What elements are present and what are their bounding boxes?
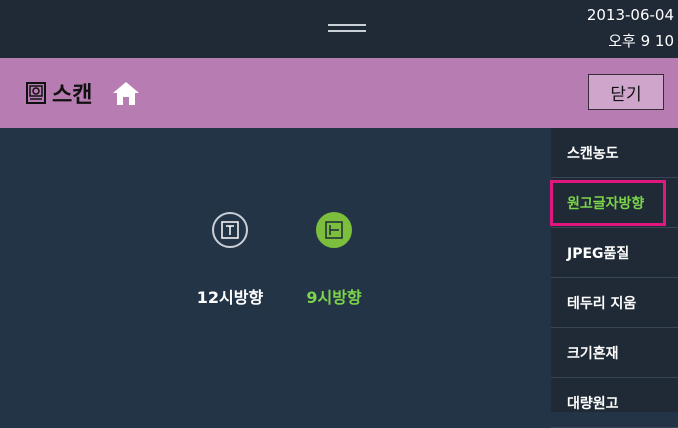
- text-left-orientation-icon: [325, 221, 343, 239]
- option-12-oclock[interactable]: 12시방향: [180, 210, 280, 310]
- drag-handle-icon[interactable]: [328, 24, 366, 32]
- time-text: 오후 9 10: [608, 32, 674, 50]
- option-label: 12시방향: [196, 288, 264, 307]
- menu-item-mixed-size[interactable]: 크기혼재: [551, 328, 678, 378]
- home-icon[interactable]: [112, 80, 140, 106]
- option-label: 9시방향: [306, 288, 362, 307]
- status-bar: 2013-06-04 오후 9 10: [0, 0, 678, 58]
- menu-item-text-direction[interactable]: 원고글자방향: [551, 178, 678, 228]
- menu-item-jpeg-quality[interactable]: JPEG품질: [551, 228, 678, 278]
- option-circle-selected: [316, 212, 352, 248]
- option-9-oclock[interactable]: 9시방향: [284, 210, 384, 310]
- page-title: 스캔: [52, 83, 93, 108]
- option-circle: [212, 212, 248, 248]
- close-button[interactable]: 닫기: [588, 74, 664, 110]
- header-bar: 스캔 닫기: [0, 58, 678, 128]
- text-top-orientation-icon: [221, 221, 239, 239]
- menu-item-scan-density[interactable]: 스캔농도: [551, 128, 678, 178]
- scan-icon: [26, 82, 46, 104]
- menu-item-border-erase[interactable]: 테두리 지움: [551, 278, 678, 328]
- right-menu: 스캔농도 원고글자방향 JPEG품질 테두리 지움 크기혼재 대량원고: [551, 128, 678, 428]
- menu-item-bulk-originals[interactable]: 대량원고: [551, 378, 678, 428]
- date-text: 2013-06-04: [586, 6, 674, 24]
